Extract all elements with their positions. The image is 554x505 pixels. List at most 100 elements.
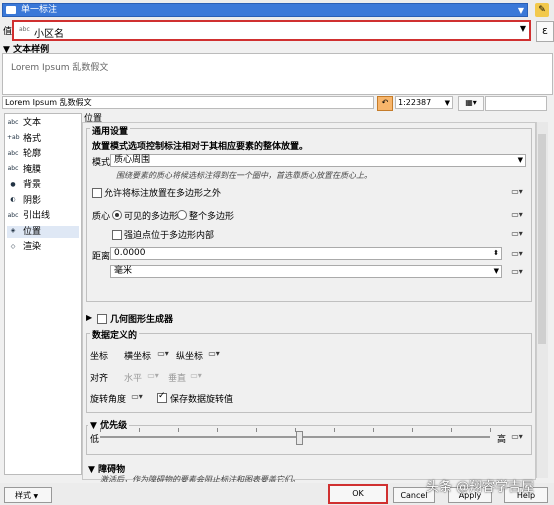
- sidebar-item-label: 轮廓: [23, 149, 42, 159]
- sidebar-item-label: 格式: [23, 133, 42, 144]
- keep-rotation-checkbox[interactable]: ✓: [157, 391, 167, 403]
- sidebar-item[interactable]: +ab 格式: [7, 133, 79, 145]
- force-inside-checkbox[interactable]: [112, 230, 122, 240]
- slider-tick: [451, 428, 452, 432]
- edit-pencil-icon[interactable]: ✎: [535, 3, 549, 17]
- panel-scrollbar[interactable]: [536, 122, 548, 478]
- sidebar-item-label: 引出线: [23, 211, 51, 221]
- placement-mode-hint: 围绕要素的质心将候选标注得到在一个圈中，首选靠质心放置在质心上。: [116, 171, 372, 180]
- distance-input[interactable]: 0.0000 ⬍: [110, 247, 502, 260]
- slider-tick: [139, 428, 140, 432]
- radio-whole-label: 整个多边形: [189, 212, 235, 222]
- sidebar-item-icon: abc: [7, 211, 19, 219]
- slider-tick: [100, 428, 101, 432]
- value-field-select[interactable]: abc 小区名 ▼: [12, 20, 531, 41]
- chevron-down-icon: ▼: [493, 267, 499, 275]
- preview-background-select[interactable]: [485, 96, 547, 111]
- placement-mode-select[interactable]: 质心周围 ▼: [110, 154, 526, 167]
- priority-title: 优先级: [100, 421, 128, 431]
- priority-slider-handle[interactable]: [296, 431, 303, 445]
- data-defined-legend: 数据定义的: [90, 328, 140, 341]
- force-inside-label: 强迫点位于多边形内部: [124, 231, 215, 241]
- scrollbar-thumb[interactable]: [538, 134, 546, 344]
- radio-whole-polygon[interactable]: [177, 210, 187, 220]
- reset-sample-icon[interactable]: ↶: [377, 96, 393, 111]
- radio-visible-polygon[interactable]: [112, 210, 122, 220]
- sidebar-item[interactable]: ◈ 位置: [7, 225, 79, 238]
- slider-tick: [217, 428, 218, 432]
- label-mode-icon: [6, 6, 16, 14]
- sidebar-item[interactable]: ◇ 渲染: [7, 241, 79, 253]
- value-label: 值: [3, 27, 13, 37]
- data-defined-override-icon[interactable]: ▭▾: [147, 370, 159, 381]
- sidebar-item-icon: abc: [7, 118, 19, 126]
- obstacles-hint: 激活后，作为障碍物的要素会阻止标注和图表要盖它们。: [100, 475, 300, 482]
- style-menu-button[interactable]: 样式 ▼: [4, 487, 52, 503]
- sidebar-item-label: 阴影: [23, 195, 42, 206]
- sidebar-item-label: 掩膜: [23, 164, 42, 175]
- priority-slider-track[interactable]: [100, 428, 491, 438]
- sidebar-item[interactable]: abc 掩膜: [7, 164, 79, 176]
- placement-mode-value: 质心周围: [114, 155, 151, 165]
- sidebar-item-label: 位置: [23, 226, 42, 237]
- preview-text: Lorem Ipsum 乱数假文: [11, 63, 109, 73]
- data-defined-override-icon[interactable]: ▭▾: [511, 228, 523, 239]
- data-defined-override-icon[interactable]: ▭▾: [511, 431, 523, 442]
- geometry-generator-label: 几何图形生成器: [110, 315, 174, 325]
- sidebar-item-icon: ●: [10, 180, 16, 188]
- data-defined-override-icon[interactable]: ▭▾: [511, 209, 523, 220]
- sidebar-item[interactable]: abc 引出线: [7, 210, 79, 222]
- slider-tick: [334, 428, 335, 432]
- chevron-down-icon: ▼: [519, 24, 526, 33]
- data-defined-override-icon[interactable]: ▭▾: [511, 186, 523, 197]
- text-sample-preview: Lorem Ipsum 乱数假文: [2, 53, 553, 95]
- x-coord-label: 横坐标: [124, 352, 152, 362]
- distance-unit-value: 毫米: [114, 266, 133, 276]
- sidebar-item-label: 背景: [23, 180, 42, 190]
- data-defined-override-icon[interactable]: ▭▾: [511, 266, 523, 277]
- sample-text-input[interactable]: Lorem Ipsum 乱数假文: [2, 96, 374, 109]
- priority-high-label: 高: [497, 435, 507, 445]
- distance-label: 距离: [92, 252, 111, 262]
- data-defined-override-icon[interactable]: ▭▾: [511, 248, 523, 259]
- data-defined-override-icon[interactable]: ▭▾: [208, 348, 220, 359]
- data-defined-override-icon[interactable]: ▭▾: [190, 370, 202, 381]
- label-mode-text: 单一标注: [21, 5, 58, 15]
- sidebar-item[interactable]: abc 文本: [7, 117, 79, 129]
- allow-outside-checkbox[interactable]: [92, 188, 102, 198]
- distance-value: 0.0000: [114, 248, 146, 258]
- slider-tick: [256, 428, 257, 432]
- data-defined-override-icon[interactable]: ▭▾: [131, 391, 143, 402]
- chevron-down-icon: ▼: [33, 493, 39, 500]
- scale-select[interactable]: 1:22387 ▼: [395, 96, 453, 109]
- coord-label: 坐标: [90, 352, 109, 362]
- data-defined-override-icon[interactable]: ▭▾: [157, 348, 169, 359]
- distance-unit-select[interactable]: 毫米 ▼: [110, 265, 502, 278]
- style-label: 样式: [15, 491, 31, 500]
- sidebar-item[interactable]: ● 背景: [7, 179, 79, 191]
- priority-low-label: 低: [90, 435, 100, 445]
- radio-visible-label: 可见的多边形: [124, 212, 179, 222]
- chevron-down-icon: ▼: [444, 99, 450, 107]
- expand-arrow-icon[interactable]: ▶: [86, 313, 92, 322]
- settings-sidebar: abc 文本 +ab 格式 abc 轮廓 abc 掩膜 ● 背景 ◐ 阴影 abc 引出线 ◈ 位置 ◇ 渲染: [4, 113, 82, 475]
- slider-tick: [490, 428, 491, 432]
- expression-button[interactable]: ε: [536, 21, 554, 42]
- keep-rotation-label: 保存数据旋转值: [170, 395, 234, 405]
- label-mode-select[interactable]: 单一标注 ▼: [2, 3, 528, 17]
- slider-tick: [373, 428, 374, 432]
- geometry-generator-checkbox[interactable]: [97, 314, 107, 324]
- sidebar-item[interactable]: ◐ 阴影: [7, 195, 79, 207]
- priority-legend[interactable]: ▼ 优先级: [88, 418, 130, 431]
- sidebar-item-label: 渲染: [23, 242, 42, 252]
- ok-button[interactable]: OK: [328, 484, 388, 504]
- sidebar-item[interactable]: abc 轮廓: [7, 148, 79, 160]
- sidebar-item-icon: ◐: [10, 196, 16, 203]
- field-name: 小区名: [34, 29, 64, 40]
- general-settings-legend: 通用设置: [90, 124, 131, 137]
- preview-background-button[interactable]: ▦▾: [458, 96, 484, 111]
- spinner-icon[interactable]: ⬍: [493, 248, 499, 259]
- chevron-down-icon: ▼: [517, 6, 524, 15]
- slider-tick: [412, 428, 413, 432]
- priority-group: [86, 425, 532, 455]
